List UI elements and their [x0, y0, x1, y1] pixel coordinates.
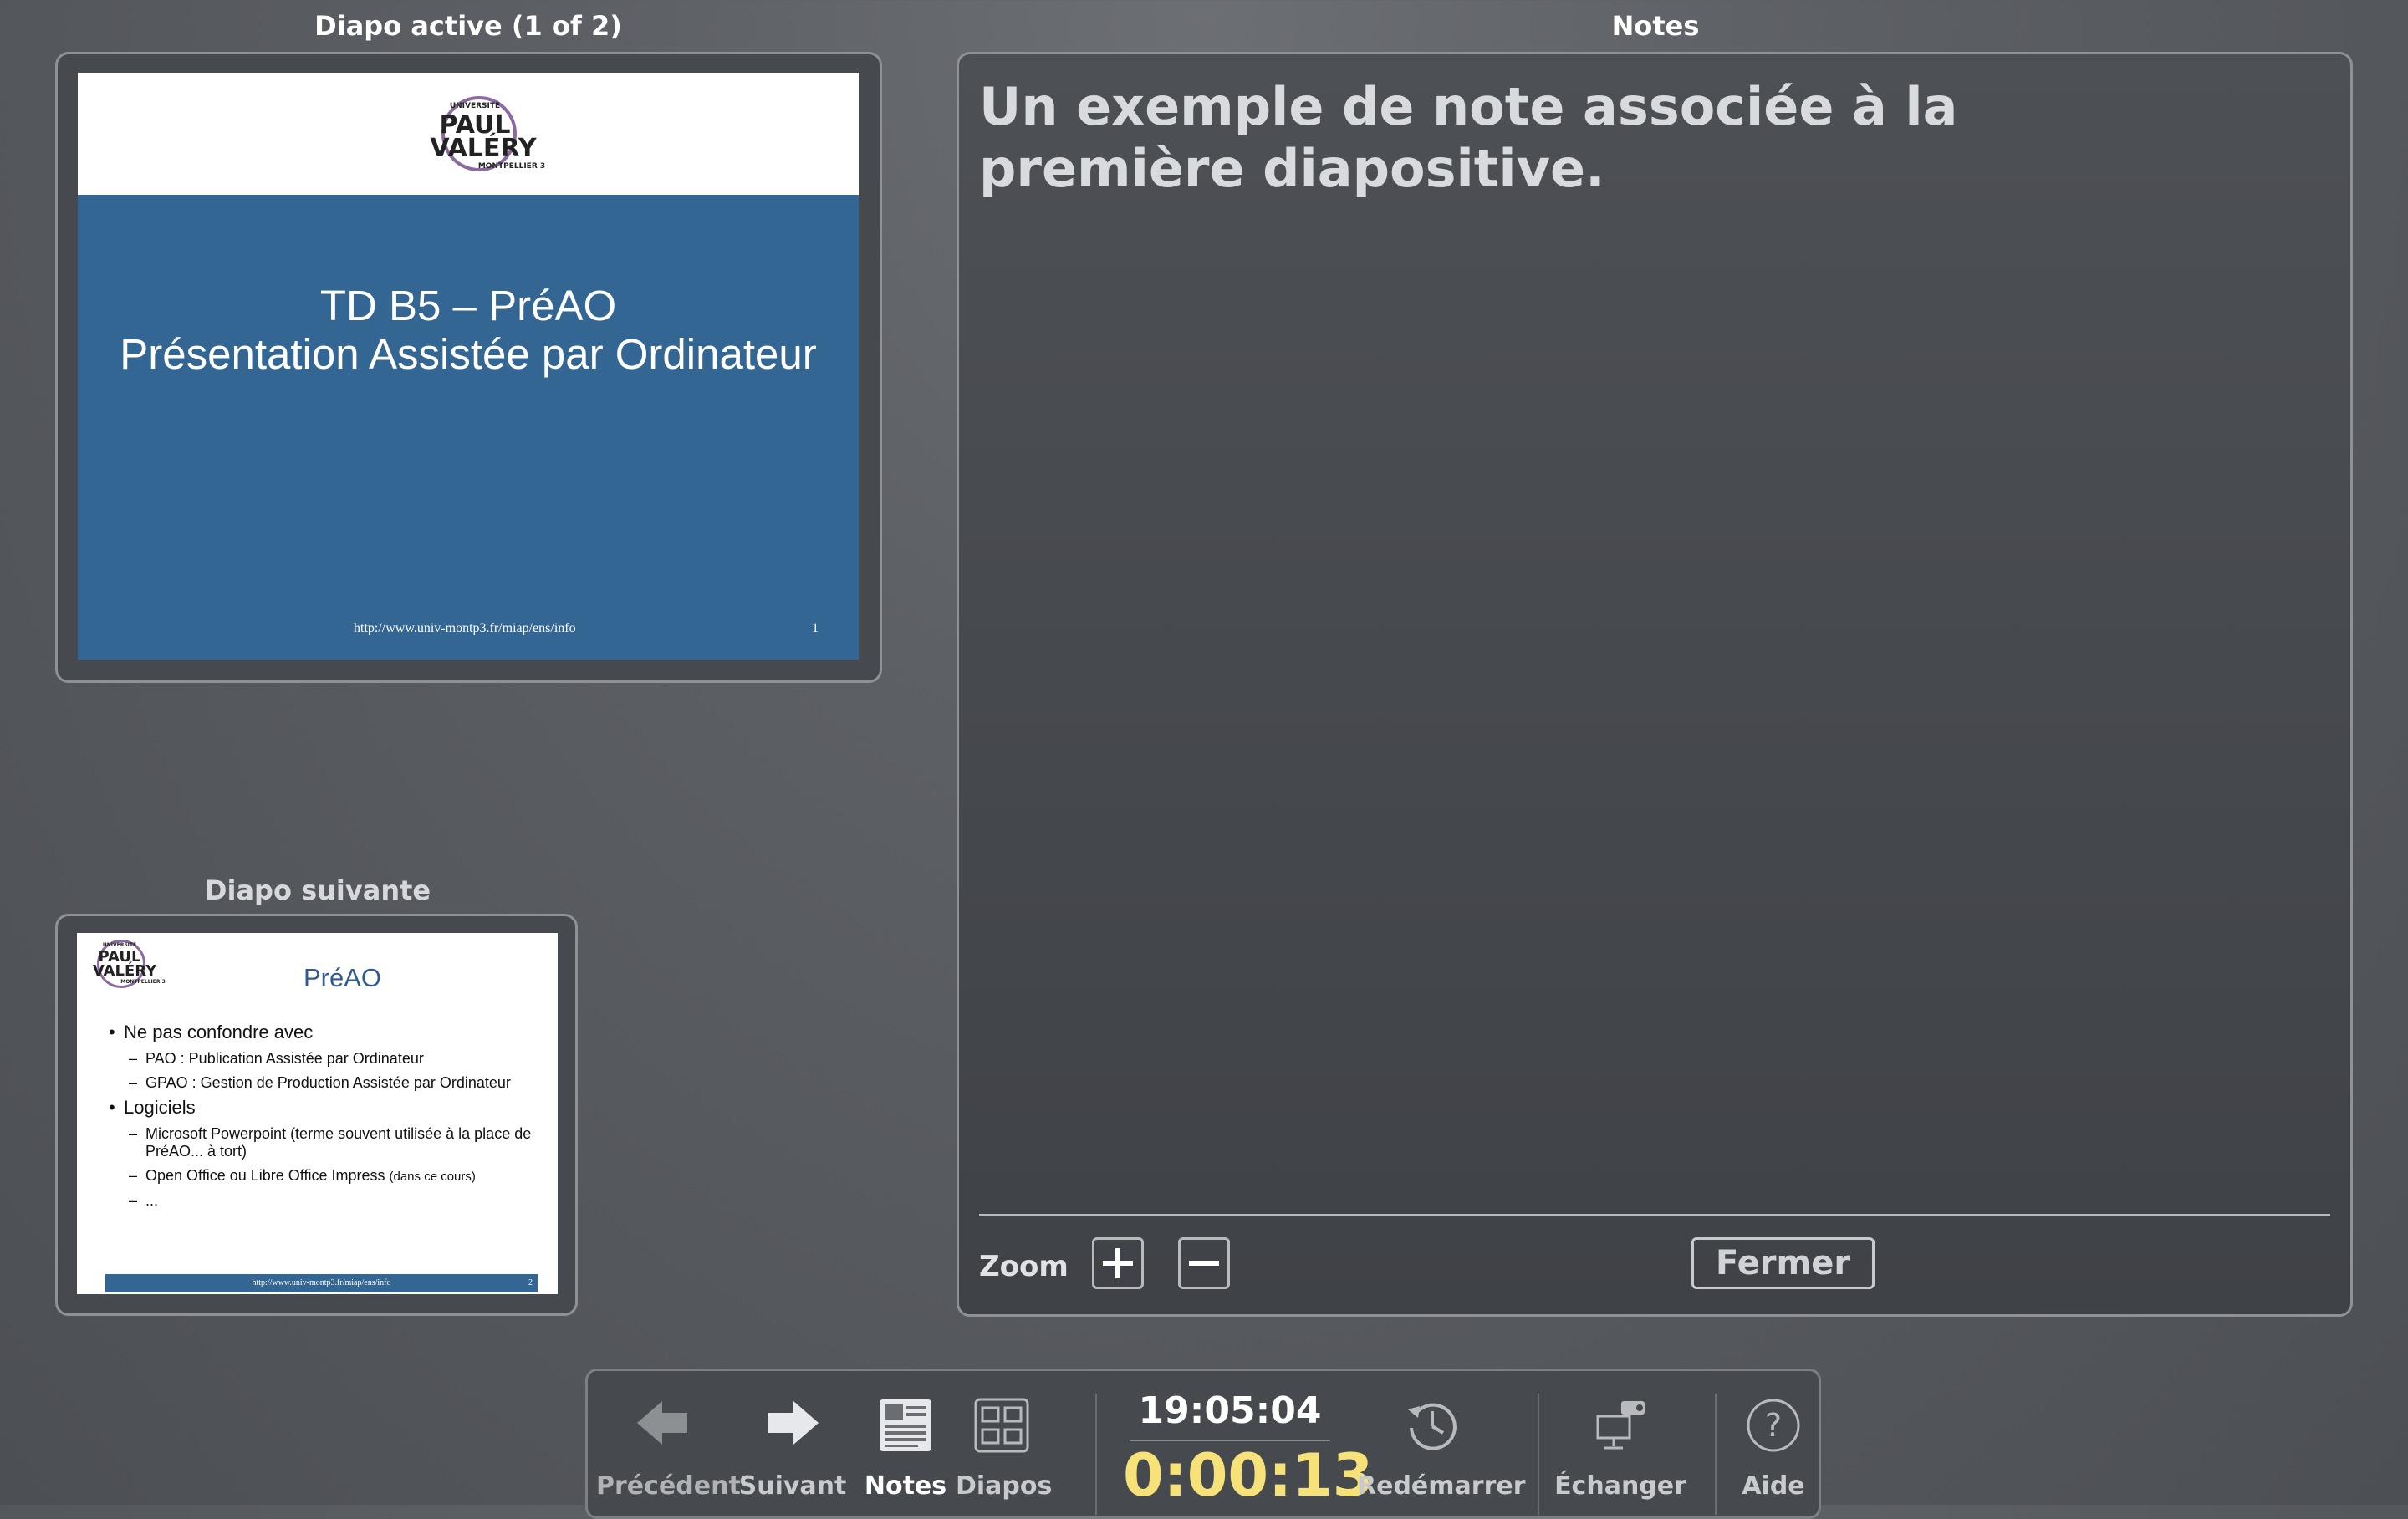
notes-panel[interactable]: Un exemple de note associée à la premièr… — [957, 52, 2353, 1317]
elapsed-timer: 0:00:13 — [1123, 1441, 1374, 1510]
sub-bullet: ... — [109, 1192, 543, 1210]
active-slide[interactable]: UNIVERSITÉ PAUL VALÉRY MONTPELLIER 3 TD … — [78, 73, 859, 660]
university-logo: UNIVERSITÉ PAUL VALÉRY MONTPELLIER 3 — [416, 93, 545, 176]
next-button[interactable]: Suivant — [734, 1371, 851, 1507]
active-slide-label: Diapo active (1 of 2) — [314, 10, 622, 42]
plus-icon — [1103, 1248, 1133, 1278]
notes-label: Notes — [1611, 10, 1700, 42]
svg-text:?: ? — [1765, 1407, 1782, 1444]
notes-toggle-button[interactable]: Notes — [860, 1371, 951, 1507]
swap-displays-button[interactable]: Échanger — [1549, 1371, 1691, 1507]
toolbar-separator — [1715, 1394, 1717, 1515]
toolbar-separator — [1095, 1394, 1097, 1515]
bullet: Ne pas confondre avec — [109, 1022, 543, 1043]
previous-button[interactable]: Précédent — [596, 1371, 741, 1507]
slide-title-line1: TD B5 – PréAO — [319, 282, 617, 329]
next-slide-label: Diapo suivante — [204, 874, 431, 906]
restart-timer-button[interactable]: Redémarrer — [1357, 1371, 1526, 1507]
zoom-label: Zoom — [979, 1250, 1069, 1283]
slide-footer-url: http://www.univ-montp3.fr/miap/ens/info — [354, 621, 576, 635]
arrow-left-icon — [637, 1401, 687, 1445]
bullet: Logiciels — [109, 1097, 543, 1119]
next-slide-footer: http://www.univ-montp3.fr/miap/ens/info … — [105, 1274, 538, 1292]
zoom-out-button[interactable] — [1178, 1237, 1230, 1289]
next-slide-title: PréAO — [303, 963, 382, 992]
zoom-in-button[interactable] — [1092, 1237, 1144, 1289]
help-icon: ? — [1747, 1399, 1800, 1452]
sub-bullet: Microsoft Powerpoint (terme souvent util… — [109, 1125, 543, 1160]
presenter-toolbar: Précédent Suivant Notes Diapos 19:05:04 … — [585, 1369, 1821, 1519]
slide-header: UNIVERSITÉ PAUL VALÉRY MONTPELLIER 3 — [78, 73, 859, 195]
arrow-right-icon — [768, 1401, 819, 1445]
toolbar-separator — [1538, 1394, 1539, 1515]
sub-bullet: Open Office ou Libre Office Impress (dan… — [109, 1167, 543, 1185]
slide-footer-number: 1 — [812, 621, 819, 635]
next-slide[interactable]: UNIVERSITÉ PAUL VALÉRY MONTPELLIER 3 Pré… — [77, 933, 558, 1294]
notes-divider — [979, 1214, 2330, 1216]
close-notes-button[interactable]: Fermer — [1691, 1237, 1875, 1289]
active-slide-panel[interactable]: UNIVERSITÉ PAUL VALÉRY MONTPELLIER 3 TD … — [55, 52, 882, 683]
swap-displays-icon — [1596, 1401, 1645, 1450]
next-slide-panel[interactable]: UNIVERSITÉ PAUL VALÉRY MONTPELLIER 3 Pré… — [55, 914, 578, 1316]
slides-overview-button[interactable]: Diapos — [956, 1371, 1052, 1507]
sub-bullet: PAO : Publication Assistée par Ordinateu… — [109, 1050, 543, 1068]
clock: 19:05:04 — [1138, 1389, 1322, 1432]
notes-text[interactable]: Un exemple de note associée à la premièr… — [979, 76, 2233, 200]
slide-title-line2: Présentation Assistée par Ordinateur — [120, 330, 817, 378]
restart-clock-icon — [1408, 1403, 1457, 1450]
next-slide-bullets: Ne pas confondre avec PAO : Publication … — [109, 1017, 543, 1210]
grid-icon — [974, 1398, 1029, 1453]
help-button[interactable]: ? Aide — [1723, 1371, 1824, 1507]
notes-icon — [880, 1399, 931, 1451]
minus-icon — [1189, 1261, 1219, 1266]
sub-bullet: GPAO : Gestion de Production Assistée pa… — [109, 1074, 543, 1092]
